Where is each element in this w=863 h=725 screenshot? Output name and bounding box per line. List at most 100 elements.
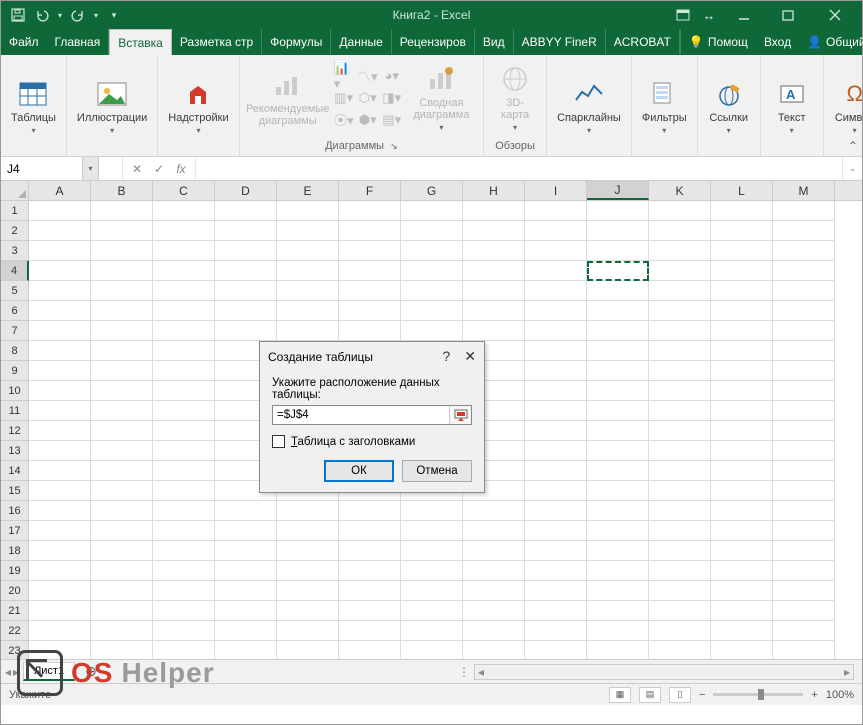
recommended-charts-button[interactable]: Рекомендуемые диаграммы [246, 67, 330, 129]
ribbon-display-icon[interactable] [672, 4, 694, 26]
cell[interactable] [277, 321, 339, 341]
waterfall-chart-icon[interactable]: ▤▾ [382, 110, 402, 130]
cell[interactable] [711, 601, 773, 621]
cell[interactable] [649, 501, 711, 521]
cell[interactable] [401, 241, 463, 261]
close-button[interactable] [812, 1, 858, 29]
cell[interactable] [711, 261, 773, 281]
cell[interactable] [463, 561, 525, 581]
row-header[interactable]: 9 [1, 361, 29, 381]
cell[interactable] [649, 481, 711, 501]
cell[interactable] [711, 201, 773, 221]
cell[interactable] [587, 501, 649, 521]
cell[interactable] [215, 201, 277, 221]
cell[interactable] [91, 201, 153, 221]
cell[interactable] [91, 521, 153, 541]
cell[interactable] [773, 361, 835, 381]
cell[interactable] [215, 301, 277, 321]
cancel-button[interactable]: Отмена [402, 460, 472, 482]
row-header[interactable]: 3 [1, 241, 29, 261]
tab-abbyy[interactable]: ABBYY FineR [514, 29, 606, 55]
sign-in[interactable]: Вход [756, 29, 799, 55]
row-header[interactable]: 16 [1, 501, 29, 521]
row-header[interactable]: 10 [1, 381, 29, 401]
cell[interactable] [525, 441, 587, 461]
cell[interactable] [29, 221, 91, 241]
cell[interactable] [587, 261, 649, 281]
cell[interactable] [773, 561, 835, 581]
cell[interactable] [773, 441, 835, 461]
row-header[interactable]: 13 [1, 441, 29, 461]
scatter-chart-icon[interactable]: ⦿▾ [334, 110, 354, 130]
col-header-B[interactable]: B [91, 181, 153, 200]
cell[interactable] [91, 641, 153, 659]
cell[interactable] [401, 581, 463, 601]
cell[interactable] [91, 601, 153, 621]
line-chart-icon[interactable]: 〽▾ [358, 66, 378, 86]
cell[interactable] [91, 321, 153, 341]
cell[interactable] [463, 641, 525, 659]
col-header-J[interactable]: J [587, 181, 649, 200]
undo-icon[interactable] [31, 4, 53, 26]
redo-dropdown-icon[interactable]: ▾ [91, 4, 101, 26]
cell[interactable] [339, 321, 401, 341]
dialog-launcher-icon[interactable]: ↘ [390, 141, 398, 152]
cell[interactable] [711, 321, 773, 341]
cell[interactable] [215, 641, 277, 659]
cell[interactable] [587, 561, 649, 581]
tab-file[interactable]: Файл [1, 29, 47, 55]
cell[interactable] [277, 241, 339, 261]
tab-page-layout[interactable]: Разметка стр [172, 29, 262, 55]
cell[interactable] [29, 321, 91, 341]
add-sheet-icon[interactable]: ⊕ [79, 663, 103, 680]
cell[interactable] [525, 461, 587, 481]
cell[interactable] [711, 421, 773, 441]
dialog-help-icon[interactable]: ? [442, 348, 450, 365]
sheet-nav[interactable]: ◂▸ [5, 665, 19, 679]
col-header-D[interactable]: D [215, 181, 277, 200]
cell[interactable] [587, 361, 649, 381]
tab-view[interactable]: Вид [475, 29, 514, 55]
row-header[interactable]: 20 [1, 581, 29, 601]
cell[interactable] [525, 381, 587, 401]
zoom-level[interactable]: 100% [826, 689, 854, 701]
range-input[interactable] [273, 406, 449, 424]
cell[interactable] [587, 241, 649, 261]
row-header[interactable]: 12 [1, 421, 29, 441]
row-header[interactable]: 14 [1, 461, 29, 481]
cell[interactable] [91, 361, 153, 381]
cell[interactable] [339, 621, 401, 641]
col-header-E[interactable]: E [277, 181, 339, 200]
cell[interactable] [587, 601, 649, 621]
cell[interactable] [153, 301, 215, 321]
cell[interactable] [773, 321, 835, 341]
sheet-tab[interactable]: Лист1 [23, 662, 75, 681]
cell[interactable] [773, 461, 835, 481]
cell[interactable] [463, 501, 525, 521]
cell[interactable] [153, 381, 215, 401]
cell[interactable] [463, 541, 525, 561]
row-header[interactable]: 8 [1, 341, 29, 361]
cell[interactable] [153, 341, 215, 361]
cell[interactable] [401, 221, 463, 241]
cell[interactable] [339, 641, 401, 659]
collapse-dialog-icon[interactable] [449, 406, 471, 424]
save-icon[interactable] [7, 4, 29, 26]
cell[interactable] [773, 261, 835, 281]
cell[interactable] [29, 361, 91, 381]
row-header[interactable]: 2 [1, 221, 29, 241]
zoom-out-icon[interactable]: − [699, 689, 705, 701]
qa-customize-icon[interactable]: ▾ [103, 4, 125, 26]
cell[interactable] [339, 521, 401, 541]
cell[interactable] [525, 241, 587, 261]
cell[interactable] [91, 561, 153, 581]
name-box[interactable]: J4 ▾ [1, 157, 99, 180]
formula-input[interactable] [196, 157, 842, 180]
cell[interactable] [339, 201, 401, 221]
illustrations-button[interactable]: Иллюстрации ▾ [73, 76, 151, 137]
cell[interactable] [711, 481, 773, 501]
cell[interactable] [587, 341, 649, 361]
cell[interactable] [587, 521, 649, 541]
cell[interactable] [91, 421, 153, 441]
cell[interactable] [401, 621, 463, 641]
